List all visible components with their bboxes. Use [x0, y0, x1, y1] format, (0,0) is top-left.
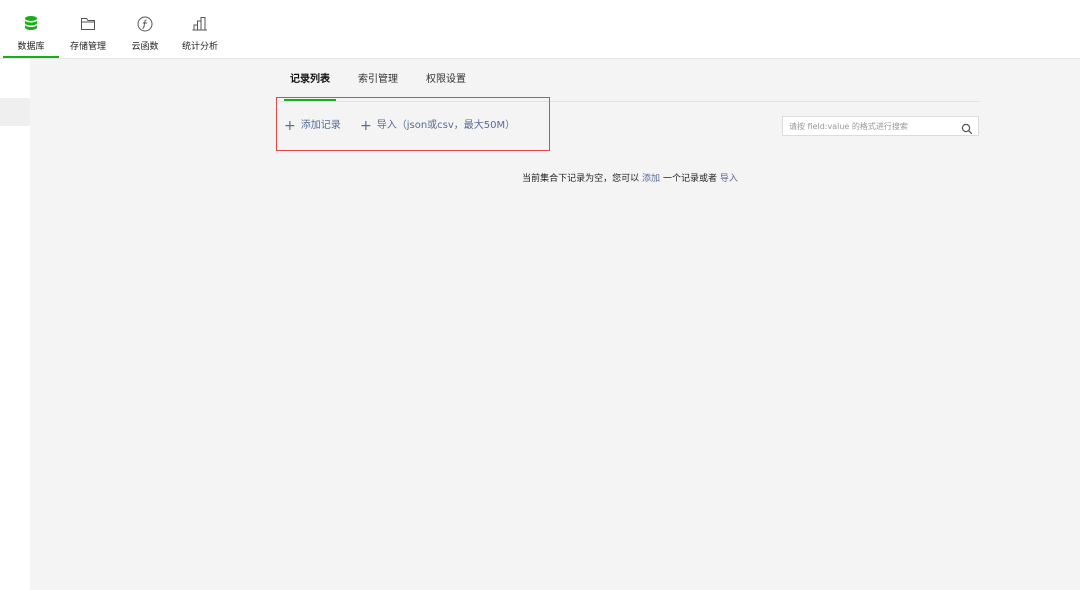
- import-button[interactable]: + 导入（json或csv，最大50M）: [360, 118, 515, 134]
- search-box: [782, 116, 979, 136]
- folder-icon: [79, 15, 97, 33]
- plus-icon: +: [360, 118, 372, 134]
- empty-state-prefix: 当前集合下记录为空，您可以: [522, 174, 640, 184]
- toolbar-item-database[interactable]: 数据库: [3, 0, 59, 58]
- empty-state-add-link[interactable]: 添加: [642, 174, 660, 184]
- plus-icon: +: [284, 118, 296, 134]
- toolbar-item-label: 存储管理: [69, 42, 106, 52]
- collection-sidebar: [0, 59, 30, 590]
- database-icon: [22, 15, 40, 33]
- cloud-function-icon: [136, 15, 154, 33]
- tab-record-list[interactable]: 记录列表: [284, 59, 336, 101]
- sidebar-item-selected[interactable]: [0, 98, 30, 126]
- tab-index-management[interactable]: 索引管理: [358, 59, 398, 100]
- bar-chart-icon: [191, 15, 209, 33]
- tab-permission-settings[interactable]: 权限设置: [426, 59, 466, 100]
- top-toolbar: 数据库 存储管理 云函数 统计分析: [0, 0, 1080, 59]
- toolbar-item-analytics[interactable]: 统计分析: [177, 0, 223, 58]
- empty-state-middle: 一个记录或者: [662, 174, 717, 184]
- toolbar-item-cloud-function[interactable]: 云函数: [125, 0, 165, 58]
- search-icon[interactable]: [961, 120, 973, 135]
- tab-bar: 记录列表 索引管理 权限设置: [278, 59, 980, 102]
- import-label: 导入（json或csv，最大50M）: [376, 120, 516, 131]
- add-record-label: 添加记录: [300, 120, 341, 131]
- search-input[interactable]: [789, 117, 959, 135]
- toolbar-item-label: 云函数: [131, 42, 159, 52]
- toolbar-item-storage[interactable]: 存储管理: [63, 0, 113, 58]
- toolbar-item-label: 数据库: [17, 42, 45, 52]
- toolbar-item-label: 统计分析: [181, 42, 218, 52]
- add-record-button[interactable]: + 添加记录: [284, 118, 341, 134]
- empty-state-message: 当前集合下记录为空，您可以 添加 一个记录或者 导入: [400, 171, 860, 184]
- empty-state-import-link[interactable]: 导入: [720, 174, 738, 184]
